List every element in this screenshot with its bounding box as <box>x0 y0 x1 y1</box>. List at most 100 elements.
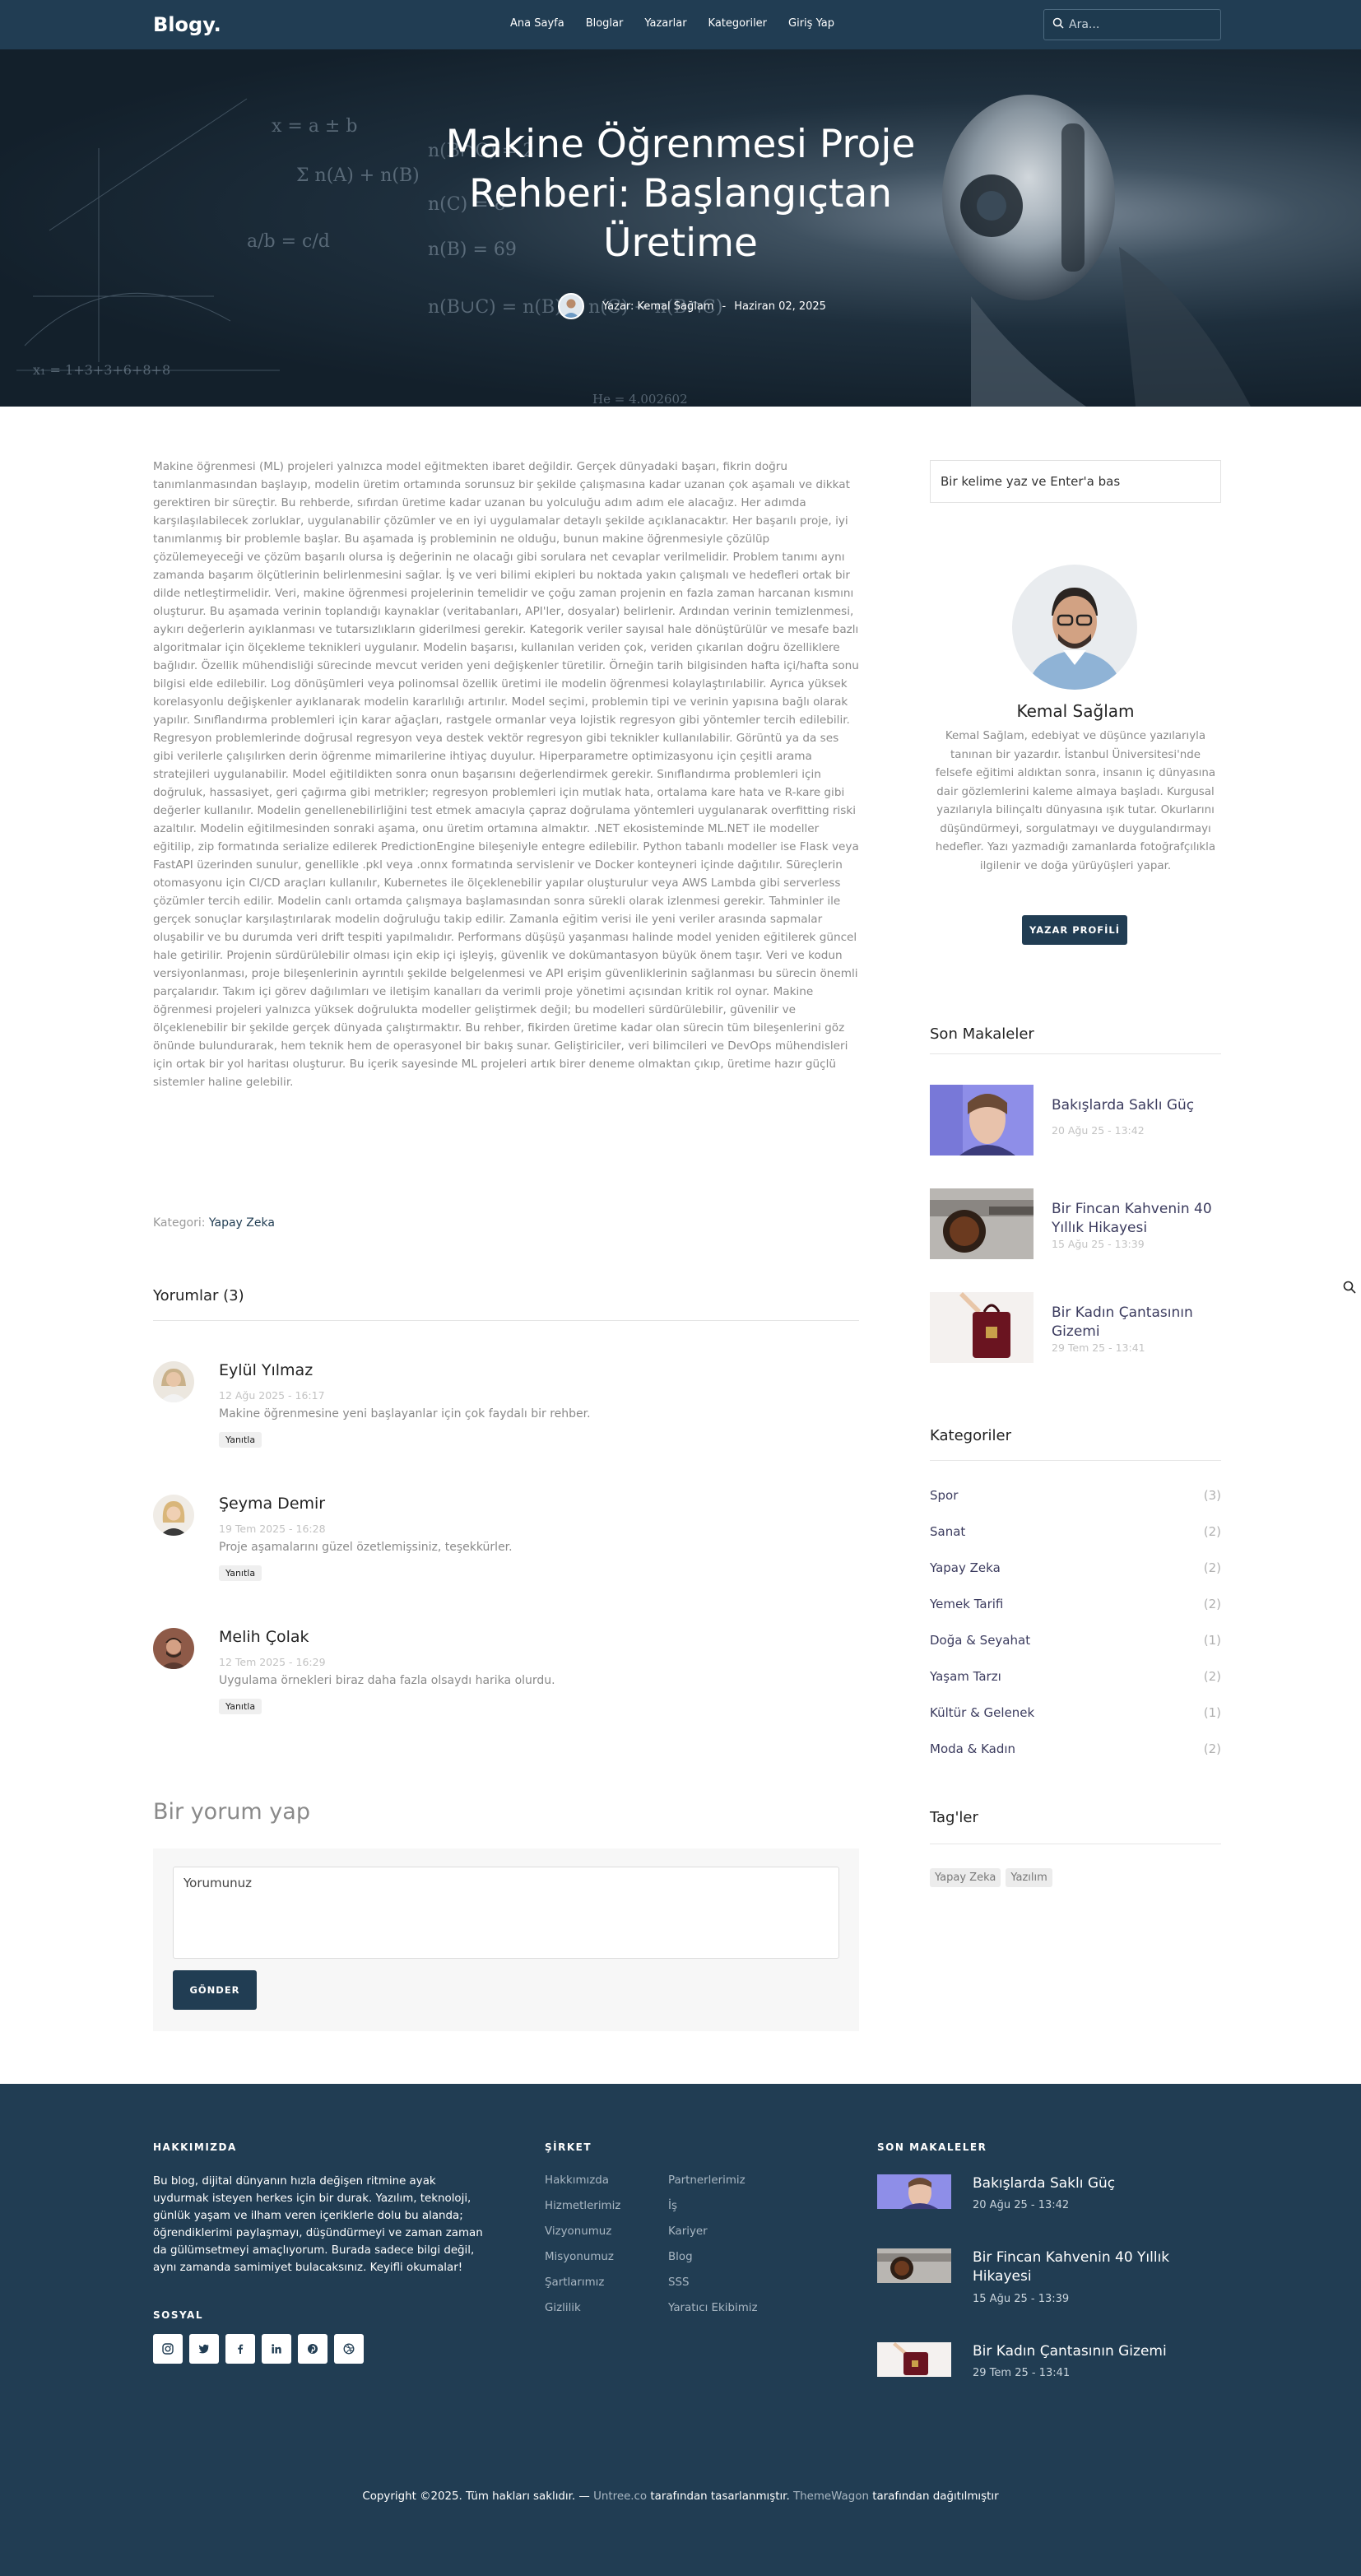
copyright-text: Copyright ©2025. Tüm hakları saklıdır. — <box>362 2490 594 2503</box>
footer-recent-date: 20 Ağu 25 - 13:42 <box>973 2199 1070 2211</box>
post-title: Makine Öğrenmesi Proje Rehberi: Başlangı… <box>445 122 916 266</box>
nav-link-categories[interactable]: Kategoriler <box>708 17 767 30</box>
recent-post-thumbnail[interactable] <box>930 1188 1034 1259</box>
footer-link[interactable]: Şartlarımız <box>545 2276 604 2289</box>
footer-link[interactable]: SSS <box>668 2276 690 2289</box>
category-name[interactable]: Kültür & Gelenek <box>930 1705 1034 1720</box>
site-logo[interactable]: Blogy. <box>153 13 221 36</box>
footer-link[interactable]: İş <box>668 2200 677 2212</box>
tag-item[interactable]: Yazılım <box>1006 1868 1052 1887</box>
category-count: (2) <box>1203 1669 1221 1684</box>
recent-post-item[interactable]: Bakışlarda Saklı Güç 20 Ağu 25 - 13:42 <box>930 1085 1221 1155</box>
post-meta: Yazar: Kemal Sağlam - Haziran 02, 2025 <box>558 293 826 319</box>
footer-link[interactable]: Hizmetlerimiz <box>545 2200 620 2212</box>
submit-comment-button[interactable]: GÖNDER <box>173 1970 257 2010</box>
category-name[interactable]: Sanat <box>930 1524 965 1539</box>
search-icon <box>1052 17 1064 33</box>
category-name[interactable]: Spor <box>930 1488 958 1503</box>
author-photo <box>1012 565 1137 690</box>
comment-date: 12 Tem 2025 - 16:29 <box>219 1656 326 1668</box>
site-footer: HAKKIMIZDA Bu blog, dijital dünyanın hız… <box>0 2084 1361 2576</box>
footer-recent-title-text[interactable]: Bir Fincan Kahvenin 40 Yıllık Hikayesi <box>973 2248 1219 2286</box>
divider <box>930 1460 1221 1461</box>
footer-recent-item[interactable]: Bir Fincan Kahvenin 40 Yıllık Hikayesi 1… <box>877 2248 1223 2311</box>
category-item[interactable]: Moda & Kadın (2) <box>930 1741 1221 1756</box>
category-name[interactable]: Yapay Zeka <box>930 1560 1001 1575</box>
recent-post-title[interactable]: Bir Kadın Çantasının Gizemi <box>1052 1304 1224 1341</box>
category-item[interactable]: Kültür & Gelenek (1) <box>930 1705 1221 1720</box>
category-item[interactable]: Yapay Zeka (2) <box>930 1560 1221 1575</box>
nav-search-input[interactable] <box>1069 18 1209 31</box>
category-item[interactable]: Yaşam Tarzı (2) <box>930 1669 1221 1684</box>
svg-text:He = 4.002602: He = 4.002602 <box>592 392 688 407</box>
author-avatar[interactable] <box>558 293 584 319</box>
recent-post-title[interactable]: Bakışlarda Saklı Güç <box>1052 1096 1224 1115</box>
nav-link-login[interactable]: Giriş Yap <box>788 17 834 30</box>
category-item[interactable]: Spor (3) <box>930 1488 1221 1503</box>
svg-text:a/b = c/d: a/b = c/d <box>247 231 330 252</box>
reply-button[interactable]: Yanıtla <box>219 1565 262 1581</box>
category-item[interactable]: Doğa & Seyahat (1) <box>930 1633 1221 1648</box>
footer-recent-thumbnail[interactable] <box>877 2342 951 2377</box>
comment-form-title: Bir yorum yap <box>153 1799 310 1825</box>
untree-link[interactable]: Untree.co <box>593 2490 647 2503</box>
category-item[interactable]: Yemek Tarifi (2) <box>930 1597 1221 1611</box>
twitter-icon[interactable] <box>189 2334 219 2364</box>
dribbble-icon[interactable] <box>334 2334 364 2364</box>
footer-link[interactable]: Hakkımızda <box>545 2174 609 2187</box>
reply-button[interactable]: Yanıtla <box>219 1699 262 1714</box>
footer-recent-title-text[interactable]: Bakışlarda Saklı Güç <box>973 2174 1219 2193</box>
footer-link[interactable]: Kariyer <box>668 2225 708 2238</box>
category-name[interactable]: Yemek Tarifi <box>930 1597 1003 1611</box>
footer-recent-item[interactable]: Bakışlarda Saklı Güç 20 Ağu 25 - 13:42 <box>877 2174 1223 2216</box>
footer-recent-title-text[interactable]: Bir Kadın Çantasının Gizemi <box>973 2342 1219 2361</box>
recent-post-date: 20 Ağu 25 - 13:42 <box>1052 1124 1145 1137</box>
category-item[interactable]: Sanat (2) <box>930 1524 1221 1539</box>
category-name[interactable]: Yaşam Tarzı <box>930 1669 1001 1684</box>
pinterest-icon[interactable] <box>298 2334 327 2364</box>
footer-link[interactable]: Gizlilik <box>545 2302 581 2314</box>
linkedin-icon[interactable] <box>262 2334 291 2364</box>
top-navbar: Blogy. Ana Sayfa Bloglar Yazarlar Katego… <box>0 0 1361 49</box>
recent-post-item[interactable]: Bir Kadın Çantasının Gizemi 29 Tem 25 - … <box>930 1292 1221 1363</box>
footer-link[interactable]: Partnerlerimiz <box>668 2174 746 2187</box>
footer-link[interactable]: Blog <box>668 2251 693 2263</box>
category-link[interactable]: Yapay Zeka <box>209 1216 275 1230</box>
search-icon[interactable] <box>1343 1281 1356 1298</box>
category-name[interactable]: Doğa & Seyahat <box>930 1633 1030 1648</box>
sidebar-search-input[interactable] <box>941 474 1204 489</box>
comment-textarea[interactable] <box>173 1867 839 1959</box>
commenter-avatar <box>153 1628 194 1669</box>
nav-link-authors[interactable]: Yazarlar <box>644 17 686 30</box>
recent-post-title[interactable]: Bir Fincan Kahvenin 40 Yıllık Hikayesi <box>1052 1200 1224 1238</box>
nav-link-home[interactable]: Ana Sayfa <box>510 17 564 30</box>
comment-form: GÖNDER <box>153 1848 859 2031</box>
footer-link[interactable]: Misyonumuz <box>545 2251 614 2263</box>
footer-about-title: HAKKIMIZDA <box>153 2141 237 2153</box>
copyright-text: tarafından tasarlanmıştır. <box>647 2490 793 2503</box>
footer-recent-thumbnail[interactable] <box>877 2174 951 2209</box>
category-count: (3) <box>1203 1488 1221 1503</box>
svg-text:x₁ = 1+3+3+6+8+8: x₁ = 1+3+3+6+8+8 <box>33 362 170 378</box>
author-profile-button[interactable]: YAZAR PROFİLİ <box>1022 915 1127 945</box>
comments-title: Yorumlar (3) <box>153 1287 244 1304</box>
themewagon-link[interactable]: ThemeWagon <box>793 2490 869 2503</box>
category-count: (2) <box>1203 1597 1221 1611</box>
comment-date: 19 Tem 2025 - 16:28 <box>219 1523 326 1535</box>
footer-recent-thumbnail[interactable] <box>877 2248 951 2283</box>
reply-button[interactable]: Yanıtla <box>219 1432 262 1448</box>
footer-recent-item[interactable]: Bir Kadın Çantasının Gizemi 29 Tem 25 - … <box>877 2342 1223 2383</box>
category-name[interactable]: Moda & Kadın <box>930 1741 1015 1756</box>
footer-link[interactable]: Yaratıcı Ekibimiz <box>668 2302 758 2314</box>
post-author[interactable]: Yazar: Kemal Sağlam <box>602 300 714 313</box>
footer-link[interactable]: Vizyonumuz <box>545 2225 611 2238</box>
recent-post-thumbnail[interactable] <box>930 1085 1034 1155</box>
recent-post-item[interactable]: Bir Fincan Kahvenin 40 Yıllık Hikayesi 1… <box>930 1188 1221 1259</box>
recent-post-thumbnail[interactable] <box>930 1292 1034 1363</box>
facebook-icon[interactable] <box>225 2334 255 2364</box>
instagram-icon[interactable] <box>153 2334 183 2364</box>
category-label: Kategori: <box>153 1216 209 1230</box>
nav-link-blogs[interactable]: Bloglar <box>586 17 624 30</box>
hero-banner: x = a ± b Σ n(A) + n(B) a/b = c/d n(B∩C)… <box>0 49 1361 407</box>
tag-item[interactable]: Yapay Zeka <box>930 1868 1001 1887</box>
